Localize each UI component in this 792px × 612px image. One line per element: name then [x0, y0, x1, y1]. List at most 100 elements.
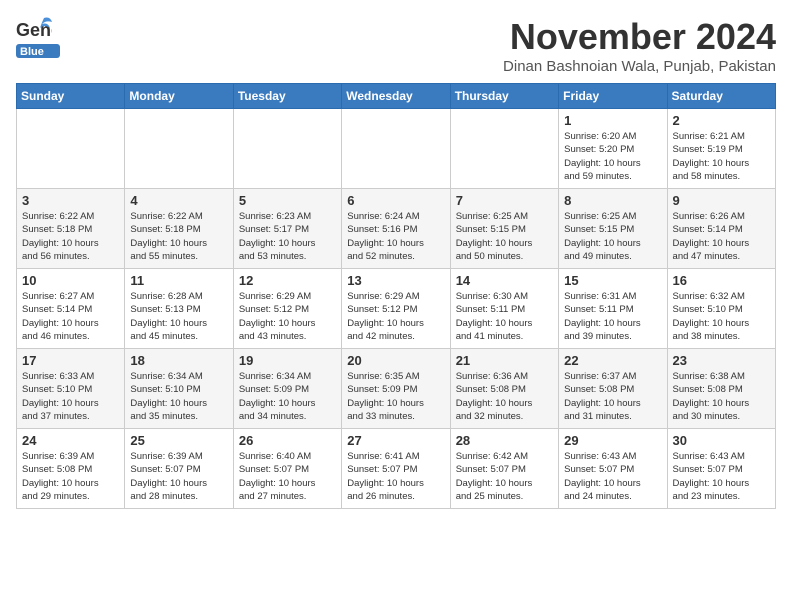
calendar-cell: 20Sunrise: 6:35 AM Sunset: 5:09 PM Dayli…	[342, 349, 450, 429]
day-info: Sunrise: 6:43 AM Sunset: 5:07 PM Dayligh…	[673, 450, 770, 503]
calendar-cell	[17, 109, 125, 189]
day-number: 30	[673, 433, 770, 448]
day-number: 15	[564, 273, 661, 288]
day-number: 2	[673, 113, 770, 128]
day-number: 1	[564, 113, 661, 128]
day-info: Sunrise: 6:32 AM Sunset: 5:10 PM Dayligh…	[673, 290, 770, 343]
day-info: Sunrise: 6:29 AM Sunset: 5:12 PM Dayligh…	[239, 290, 336, 343]
day-number: 26	[239, 433, 336, 448]
calendar-cell: 13 Sunrise: 6:29 AM Sunset: 5:12 PM Dayli…	[342, 269, 450, 349]
calendar-week-row: 24Sunrise: 6:39 AM Sunset: 5:08 PM Dayli…	[17, 429, 776, 509]
day-info: Sunrise: 6:29 AM Sunset: 5:12 PM Dayligh…	[347, 290, 444, 343]
day-number: 3	[22, 193, 119, 208]
calendar-cell: 1 Sunrise: 6:20 AM Sunset: 5:20 PM Daylig…	[559, 109, 667, 189]
day-info: Sunrise: 6:22 AM Sunset: 5:18 PM Dayligh…	[130, 210, 227, 263]
day-info: Sunrise: 6:21 AM Sunset: 5:19 PM Dayligh…	[673, 130, 770, 183]
calendar-cell: 11 Sunrise: 6:28 AM Sunset: 5:13 PM Dayli…	[125, 269, 233, 349]
calendar-cell: 16 Sunrise: 6:32 AM Sunset: 5:10 PM Dayli…	[667, 269, 775, 349]
calendar-cell: 15 Sunrise: 6:31 AM Sunset: 5:11 PM Dayli…	[559, 269, 667, 349]
calendar-cell: 26 Sunrise: 6:40 AM Sunset: 5:07 PM Dayli…	[233, 429, 341, 509]
logo-text-blue: Blue	[16, 42, 60, 60]
calendar-cell: 14 Sunrise: 6:30 AM Sunset: 5:11 PM Dayli…	[450, 269, 558, 349]
month-title: November 2024	[503, 16, 776, 58]
day-number: 7	[456, 193, 553, 208]
calendar-cell: 17 Sunrise: 6:33 AM Sunset: 5:10 PM Dayli…	[17, 349, 125, 429]
day-number: 9	[673, 193, 770, 208]
calendar-cell: 25 Sunrise: 6:39 AM Sunset: 5:07 PM Dayli…	[125, 429, 233, 509]
calendar-header-row: SundayMondayTuesdayWednesdayThursdayFrid…	[17, 84, 776, 109]
day-number: 20	[347, 353, 444, 368]
location-subtitle: Dinan Bashnoian Wala, Punjab, Pakistan	[503, 58, 776, 75]
day-info: Sunrise: 6:31 AM Sunset: 5:11 PM Dayligh…	[564, 290, 661, 343]
day-info: Sunrise: 6:22 AM Sunset: 5:18 PM Dayligh…	[22, 210, 119, 263]
calendar-week-row: 3 Sunrise: 6:22 AM Sunset: 5:18 PM Daylig…	[17, 189, 776, 269]
day-info: Sunrise: 6:24 AM Sunset: 5:16 PM Dayligh…	[347, 210, 444, 263]
day-info: Sunrise: 6:26 AM Sunset: 5:14 PM Dayligh…	[673, 210, 770, 263]
calendar-cell: 12Sunrise: 6:29 AM Sunset: 5:12 PM Dayli…	[233, 269, 341, 349]
calendar-cell: 28Sunrise: 6:42 AM Sunset: 5:07 PM Dayli…	[450, 429, 558, 509]
day-number: 4	[130, 193, 227, 208]
day-number: 17	[22, 353, 119, 368]
calendar-header-cell: Monday	[125, 84, 233, 109]
calendar-cell: 5 Sunrise: 6:23 AM Sunset: 5:17 PM Daylig…	[233, 189, 341, 269]
calendar-cell: 22Sunrise: 6:37 AM Sunset: 5:08 PM Dayli…	[559, 349, 667, 429]
day-info: Sunrise: 6:38 AM Sunset: 5:08 PM Dayligh…	[673, 370, 770, 423]
day-number: 27	[347, 433, 444, 448]
day-info: Sunrise: 6:28 AM Sunset: 5:13 PM Dayligh…	[130, 290, 227, 343]
day-info: Sunrise: 6:40 AM Sunset: 5:07 PM Dayligh…	[239, 450, 336, 503]
day-info: Sunrise: 6:36 AM Sunset: 5:08 PM Dayligh…	[456, 370, 553, 423]
day-number: 16	[673, 273, 770, 288]
calendar-header-cell: Thursday	[450, 84, 558, 109]
day-info: Sunrise: 6:34 AM Sunset: 5:09 PM Dayligh…	[239, 370, 336, 423]
day-info: Sunrise: 6:25 AM Sunset: 5:15 PM Dayligh…	[564, 210, 661, 263]
day-info: Sunrise: 6:25 AM Sunset: 5:15 PM Dayligh…	[456, 210, 553, 263]
calendar-header-cell: Sunday	[17, 84, 125, 109]
day-number: 23	[673, 353, 770, 368]
day-number: 5	[239, 193, 336, 208]
svg-text:Blue: Blue	[20, 46, 44, 58]
day-info: Sunrise: 6:33 AM Sunset: 5:10 PM Dayligh…	[22, 370, 119, 423]
calendar-cell: 24Sunrise: 6:39 AM Sunset: 5:08 PM Dayli…	[17, 429, 125, 509]
day-number: 25	[130, 433, 227, 448]
calendar-cell	[342, 109, 450, 189]
day-number: 18	[130, 353, 227, 368]
day-number: 14	[456, 273, 553, 288]
calendar-cell: 7 Sunrise: 6:25 AM Sunset: 5:15 PM Daylig…	[450, 189, 558, 269]
day-info: Sunrise: 6:27 AM Sunset: 5:14 PM Dayligh…	[22, 290, 119, 343]
calendar-cell	[125, 109, 233, 189]
calendar-cell: 18Sunrise: 6:34 AM Sunset: 5:10 PM Dayli…	[125, 349, 233, 429]
calendar-cell: 30 Sunrise: 6:43 AM Sunset: 5:07 PM Dayli…	[667, 429, 775, 509]
day-number: 11	[130, 273, 227, 288]
calendar-cell: 9 Sunrise: 6:26 AM Sunset: 5:14 PM Daylig…	[667, 189, 775, 269]
title-block: November 2024 Dinan Bashnoian Wala, Punj…	[503, 16, 776, 75]
calendar-cell: 29 Sunrise: 6:43 AM Sunset: 5:07 PM Dayli…	[559, 429, 667, 509]
calendar-table: SundayMondayTuesdayWednesdayThursdayFrid…	[16, 83, 776, 509]
calendar-header-cell: Friday	[559, 84, 667, 109]
calendar-cell: 4 Sunrise: 6:22 AM Sunset: 5:18 PM Daylig…	[125, 189, 233, 269]
day-number: 6	[347, 193, 444, 208]
calendar-week-row: 10Sunrise: 6:27 AM Sunset: 5:14 PM Dayli…	[17, 269, 776, 349]
day-number: 29	[564, 433, 661, 448]
calendar-cell: 6 Sunrise: 6:24 AM Sunset: 5:16 PM Daylig…	[342, 189, 450, 269]
day-info: Sunrise: 6:41 AM Sunset: 5:07 PM Dayligh…	[347, 450, 444, 503]
svg-text:General: General	[16, 20, 52, 40]
day-info: Sunrise: 6:43 AM Sunset: 5:07 PM Dayligh…	[564, 450, 661, 503]
calendar-header-cell: Tuesday	[233, 84, 341, 109]
page-header: General Blue November 2024 Dinan Bashnoi…	[16, 16, 776, 75]
day-number: 13	[347, 273, 444, 288]
calendar-cell	[450, 109, 558, 189]
calendar-cell: 27 Sunrise: 6:41 AM Sunset: 5:07 PM Dayli…	[342, 429, 450, 509]
day-info: Sunrise: 6:37 AM Sunset: 5:08 PM Dayligh…	[564, 370, 661, 423]
day-info: Sunrise: 6:23 AM Sunset: 5:17 PM Dayligh…	[239, 210, 336, 263]
calendar-cell: 19Sunrise: 6:34 AM Sunset: 5:09 PM Dayli…	[233, 349, 341, 429]
day-info: Sunrise: 6:39 AM Sunset: 5:07 PM Dayligh…	[130, 450, 227, 503]
calendar-week-row: 17 Sunrise: 6:33 AM Sunset: 5:10 PM Dayli…	[17, 349, 776, 429]
calendar-cell: 2 Sunrise: 6:21 AM Sunset: 5:19 PM Daylig…	[667, 109, 775, 189]
day-info: Sunrise: 6:20 AM Sunset: 5:20 PM Dayligh…	[564, 130, 661, 183]
day-number: 21	[456, 353, 553, 368]
day-number: 24	[22, 433, 119, 448]
calendar-cell: 8Sunrise: 6:25 AM Sunset: 5:15 PM Daylig…	[559, 189, 667, 269]
calendar-body: 1 Sunrise: 6:20 AM Sunset: 5:20 PM Daylig…	[17, 109, 776, 509]
calendar-week-row: 1 Sunrise: 6:20 AM Sunset: 5:20 PM Daylig…	[17, 109, 776, 189]
day-info: Sunrise: 6:30 AM Sunset: 5:11 PM Dayligh…	[456, 290, 553, 343]
